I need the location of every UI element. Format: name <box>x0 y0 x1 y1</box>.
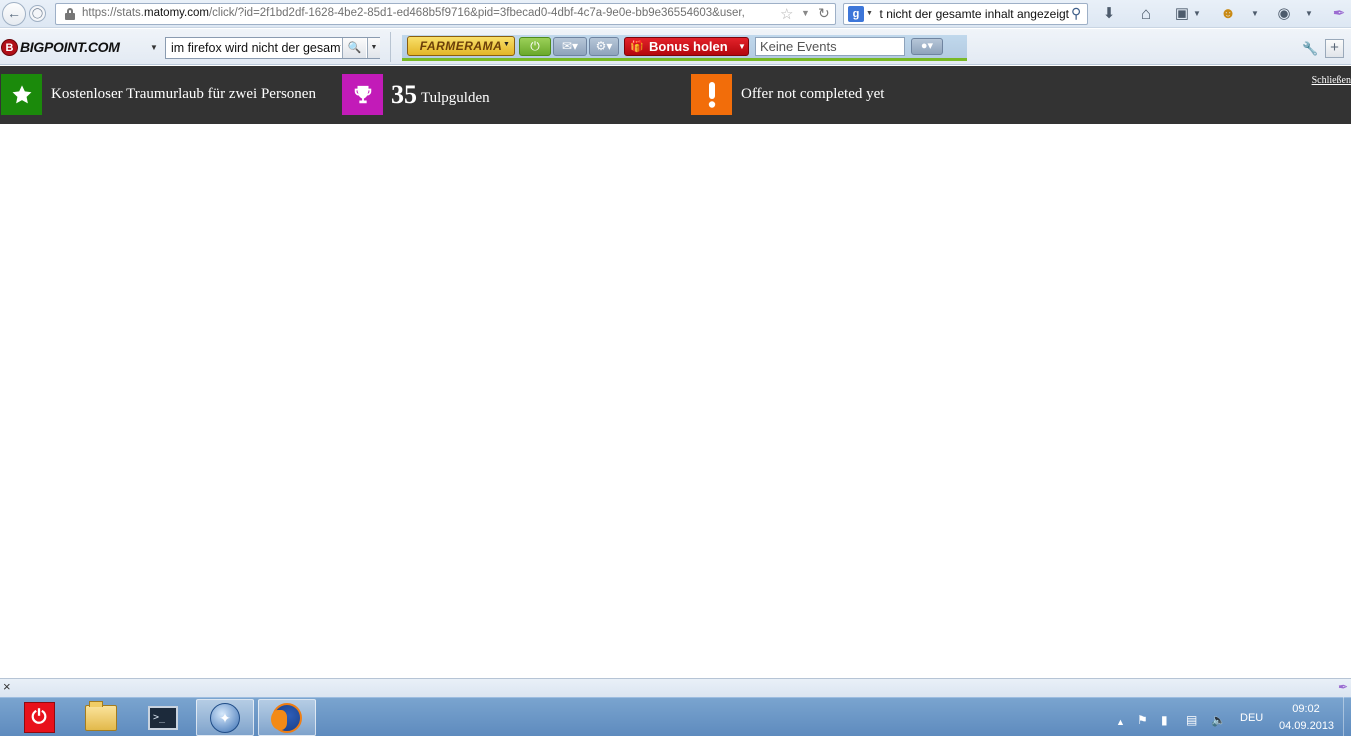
power-button[interactable]: ⏻ <box>519 37 551 56</box>
taskbar: ⏻ >_ ✦ <box>0 697 1351 736</box>
taskbar-firefox-button[interactable] <box>258 699 316 736</box>
events-field[interactable]: Keine Events <box>755 37 905 56</box>
feather-icon[interactable]: ✒ <box>1330 4 1348 24</box>
bigpoint-menu-dropdown-icon[interactable]: ▼ <box>150 43 158 52</box>
status-item: Offer not completed yet <box>691 74 884 115</box>
add-addon-button[interactable]: + <box>1325 39 1344 58</box>
eye-addon-icon[interactable]: ◉ <box>1275 4 1293 24</box>
volume-icon[interactable]: 🔈 <box>1211 713 1226 727</box>
gamepad-icon: ●▾ <box>920 40 934 52</box>
status-text: Offer not completed yet <box>741 86 885 102</box>
messages-button[interactable]: ✉▾ <box>553 37 587 56</box>
bigpoint-search-input[interactable]: im firefox wird nicht der gesamte inhalt… <box>171 41 341 55</box>
url-text[interactable]: https://stats.matomy.com/click/?id=2f1bd… <box>82 7 775 19</box>
offer-banner: Kostenloser Traumurlaub für zwei Persone… <box>0 66 1351 124</box>
console-icon: >_ <box>148 705 178 730</box>
bookmark-star-icon[interactable]: ☆ <box>780 5 793 23</box>
network-icon[interactable]: ▤ <box>1186 713 1197 727</box>
bigpoint-logo[interactable]: B BIGPOINT.COM <box>1 38 120 56</box>
url-bar[interactable]: https://stats.matomy.com/click/?id=2f1bd… <box>55 3 836 25</box>
bookmarks-dropdown-icon[interactable]: ▼ <box>1192 4 1202 24</box>
offer-item: Kostenloser Traumurlaub für zwei Persone… <box>1 74 316 115</box>
reward-currency: Tulpgulden <box>421 90 490 106</box>
monkey-addon-icon[interactable]: ☻ <box>1219 4 1237 24</box>
reward-badge <box>342 74 383 115</box>
action-center-flag-icon[interactable]: ⚑ <box>1137 713 1148 727</box>
show-desktop-button[interactable] <box>1343 697 1351 736</box>
back-arrow-icon[interactable]: ← <box>2 2 26 26</box>
bigpoint-search-dropdown-icon[interactable]: ▼ <box>367 38 380 58</box>
gear-icon: ⚙▾ <box>595 39 613 53</box>
bigpoint-logo-mark: B <box>1 38 18 56</box>
reward-item: 35 Tulpgulden <box>342 74 490 115</box>
farmerama-logo[interactable]: FARMERAMA <box>407 36 515 56</box>
downloads-icon[interactable]: ⬇ <box>1100 4 1118 24</box>
language-indicator[interactable]: DEU <box>1240 712 1263 724</box>
engine-dropdown-icon[interactable]: ▼ <box>866 10 873 17</box>
addon-bar: × ✒ <box>0 678 1351 697</box>
folder-icon <box>85 700 117 731</box>
gamepad-button[interactable]: ●▾ <box>911 38 943 55</box>
bonus-button[interactable]: 🎁 Bonus holen ▼ <box>624 37 749 56</box>
identity-shield-icon[interactable]: ◯ <box>29 5 46 22</box>
eye-dropdown-icon[interactable]: ▼ <box>1304 4 1314 24</box>
feather-icon[interactable]: ✒ <box>1338 680 1348 694</box>
web-search-input[interactable]: t nicht der gesamte inhalt angezeigt <box>877 7 1069 21</box>
addon-dropdown-icon[interactable]: ▼ <box>1250 4 1260 24</box>
trophy-icon <box>354 85 371 103</box>
lock-icon <box>65 8 75 20</box>
bookmarks-icon[interactable]: ▣ <box>1173 4 1191 24</box>
url-history-dropdown-icon[interactable]: ▼ <box>801 8 810 18</box>
taskbar-explorer-button[interactable] <box>72 699 130 736</box>
reload-icon[interactable]: ↻ <box>818 5 830 22</box>
bonus-dropdown-icon[interactable]: ▼ <box>738 38 746 55</box>
status-badge <box>691 74 732 115</box>
taskbar-console-button[interactable]: >_ <box>134 699 192 736</box>
show-hidden-icons-icon[interactable]: ▲ <box>1116 715 1125 729</box>
bigpoint-search-box[interactable]: im firefox wird nicht der gesamte inhalt… <box>165 37 380 59</box>
wrench-icon[interactable]: 🔧 <box>1302 41 1318 57</box>
thunderbird-icon: ✦ <box>210 702 240 733</box>
web-search-bar[interactable]: g ▼ t nicht der gesamte inhalt angezeigt… <box>843 3 1088 25</box>
clock-time[interactable]: 09:02 <box>1279 703 1333 715</box>
power-icon: ⏻ <box>23 702 55 733</box>
taskbar-thunderbird-button[interactable]: ✦ <box>196 699 254 736</box>
bigpoint-logo-text: BIGPOINT.COM <box>20 39 120 55</box>
farmerama-toolbar: FARMERAMA ▼ ⏻ ✉▾ ⚙▾ 🎁 Bonus holen ▼ Kein… <box>402 35 967 61</box>
home-icon[interactable]: ⌂ <box>1136 4 1156 24</box>
search-magnifier-icon[interactable]: ⚲ <box>1071 5 1081 22</box>
bigpoint-search-button[interactable]: 🔍 <box>342 38 366 58</box>
close-icon[interactable]: × <box>3 679 11 694</box>
offer-badge <box>1 74 42 115</box>
power-plug-icon[interactable]: ▮ <box>1161 713 1168 727</box>
navigation-toolbar: ← ◯ https://stats.matomy.com/click/?id=2… <box>0 0 1351 28</box>
taskbar-power-button[interactable]: ⏻ <box>10 699 68 736</box>
google-engine-icon[interactable]: g <box>848 6 864 22</box>
exclamation-icon <box>708 81 715 108</box>
envelope-icon: ✉▾ <box>561 39 579 53</box>
toolbar-divider <box>390 32 391 62</box>
game-dropdown-icon[interactable]: ▼ <box>503 41 510 48</box>
firefox-icon <box>271 702 302 733</box>
close-banner-link[interactable]: Schließen <box>1312 75 1351 86</box>
reward-amount: 35 <box>391 79 417 109</box>
clock-date[interactable]: 04.09.2013 <box>1279 720 1334 732</box>
star-icon <box>12 84 31 103</box>
bigpoint-toolbar: B BIGPOINT.COM ▼ im firefox wird nicht d… <box>0 29 1351 65</box>
gift-icon: 🎁 <box>630 41 644 53</box>
magnifier-icon: 🔍 <box>347 42 362 54</box>
offer-title: Kostenloser Traumurlaub für zwei Persone… <box>51 86 316 102</box>
power-icon: ⏻ <box>530 39 540 53</box>
bonus-label: Bonus holen <box>649 39 728 54</box>
settings-button[interactable]: ⚙▾ <box>589 37 619 56</box>
